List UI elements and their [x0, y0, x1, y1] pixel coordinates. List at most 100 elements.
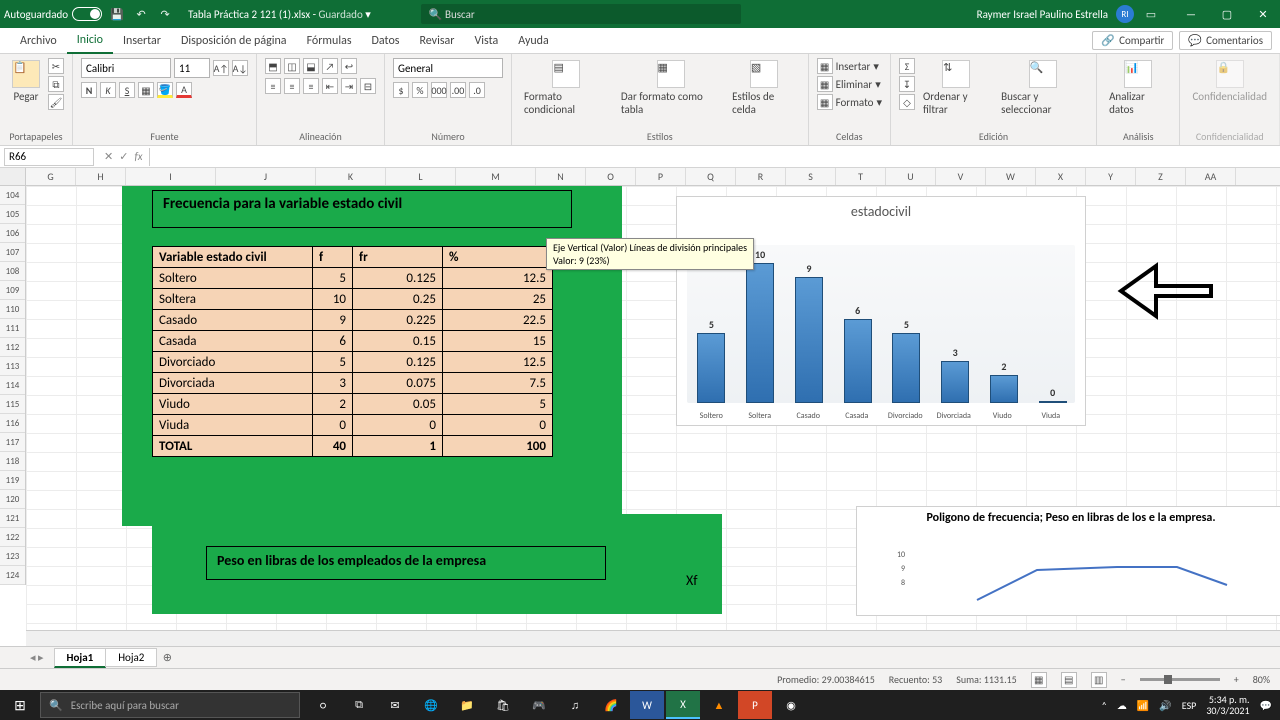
row-header[interactable]: 116 [0, 414, 25, 433]
taskbar-obs-icon[interactable]: ◉ [774, 691, 808, 719]
chart-estadocivil[interactable]: estadocivil 510965320 SolteroSolteraCasa… [676, 196, 1086, 426]
tray-lang[interactable]: ESP [1182, 699, 1197, 712]
sheet-tab-hoja2[interactable]: Hoja2 [105, 648, 157, 667]
redo-icon[interactable]: ↷ [156, 5, 174, 23]
col-header[interactable]: G [26, 168, 76, 185]
tray-wifi-icon[interactable]: 📶 [1137, 699, 1149, 712]
taskbar-store-icon[interactable]: 🛍 [486, 691, 520, 719]
size-select[interactable] [174, 58, 210, 78]
currency-icon[interactable]: $ [393, 82, 409, 98]
col-header[interactable]: X [1036, 168, 1086, 185]
tab-disposicion[interactable]: Disposición de página [171, 28, 297, 54]
taskbar-mail-icon[interactable]: ✉ [378, 691, 412, 719]
dar-formato-button[interactable]: ▦Dar formato como tabla [617, 58, 724, 118]
formato-cond-button[interactable]: ▤Formato condicional [520, 58, 613, 118]
chart-bar[interactable]: 5 [892, 333, 920, 403]
col-header[interactable]: P [636, 168, 686, 185]
bold-icon[interactable]: N [81, 82, 97, 98]
row-header[interactable]: 119 [0, 471, 25, 490]
row-header[interactable]: 117 [0, 433, 25, 452]
formato-icon[interactable]: ▦ [817, 94, 833, 110]
font-color-icon[interactable]: A [176, 82, 192, 98]
number-format-select[interactable] [393, 58, 503, 78]
chart-poligono[interactable]: Poligono de frecuencia; Peso en libras d… [856, 506, 1280, 616]
orient-icon[interactable]: ↗ [322, 58, 338, 74]
maximize-button[interactable]: ▢ [1214, 8, 1240, 21]
chart-bar[interactable]: 3 [941, 361, 969, 403]
chart-bar[interactable]: 6 [844, 319, 872, 403]
align-center-icon[interactable]: ≡ [284, 78, 300, 94]
taskbar-cortana-icon[interactable]: ○ [306, 691, 340, 719]
view-layout-icon[interactable]: ▤ [1061, 672, 1077, 688]
taskbar-chrome-icon[interactable]: 🌈 [594, 691, 628, 719]
insertar-icon[interactable]: ▦ [817, 58, 833, 74]
tray-notifications-icon[interactable]: 💬 [1260, 699, 1272, 712]
row-header[interactable]: 124 [0, 566, 25, 585]
col-header[interactable]: J [216, 168, 316, 185]
align-bot-icon[interactable]: ⬓ [303, 58, 319, 74]
col-header[interactable]: I [126, 168, 216, 185]
row-header[interactable]: 108 [0, 262, 25, 281]
row-header[interactable]: 109 [0, 281, 25, 300]
taskbar-taskview-icon[interactable]: ⧉ [342, 691, 376, 719]
col-header[interactable]: AA [1186, 168, 1236, 185]
taskbar-excel-icon[interactable]: X [666, 691, 700, 719]
ordenar-button[interactable]: ⇅Ordenar y filtrar [919, 58, 993, 118]
row-header[interactable]: 115 [0, 395, 25, 414]
tab-formulas[interactable]: Fórmulas [297, 28, 362, 54]
row-header[interactable]: 107 [0, 243, 25, 262]
tab-insertar[interactable]: Insertar [113, 28, 171, 54]
taskbar-edge-icon[interactable]: 🌐 [414, 691, 448, 719]
indent-dec-icon[interactable]: ⇤ [322, 78, 338, 94]
row-header[interactable]: 120 [0, 490, 25, 509]
underline-icon[interactable]: S [119, 82, 135, 98]
view-break-icon[interactable]: ▥ [1091, 672, 1107, 688]
tray-volume-icon[interactable]: 🔊 [1159, 699, 1171, 712]
cancel-fx-icon[interactable]: ✕ [104, 150, 113, 163]
col-header[interactable]: K [316, 168, 386, 185]
eliminar-icon[interactable]: ▦ [817, 76, 833, 92]
name-box[interactable]: R66 [4, 148, 94, 166]
row-header[interactable]: 118 [0, 452, 25, 471]
avatar[interactable]: RI [1116, 5, 1134, 23]
row-header[interactable]: 105 [0, 205, 25, 224]
tab-datos[interactable]: Datos [362, 28, 410, 54]
chart-bar[interactable]: 9 [795, 277, 823, 403]
save-icon[interactable]: 💾 [108, 5, 126, 23]
col-header[interactable]: Q [686, 168, 736, 185]
cut-icon[interactable]: ✂ [48, 58, 64, 74]
col-header[interactable]: S [786, 168, 836, 185]
ribbon-mode-icon[interactable]: ▭ [1142, 5, 1160, 23]
analizar-button[interactable]: 📊Analizar datos [1105, 58, 1171, 118]
merge-icon[interactable]: ⊟ [360, 78, 376, 94]
col-header[interactable]: U [886, 168, 936, 185]
tray-clock[interactable]: 5:34 p. m. 30/3/2021 [1206, 694, 1249, 716]
formula-input[interactable] [149, 148, 1280, 166]
autosave-toggle[interactable]: Autoguardado [4, 7, 102, 21]
enter-fx-icon[interactable]: ✓ [119, 150, 128, 163]
add-sheet-button[interactable]: ⊕ [156, 651, 178, 664]
row-header[interactable]: 111 [0, 319, 25, 338]
row-header[interactable]: 114 [0, 376, 25, 395]
wrap-icon[interactable]: ↩ [341, 58, 357, 74]
select-all-corner[interactable] [0, 168, 26, 185]
row-header[interactable]: 106 [0, 224, 25, 243]
col-header[interactable]: O [586, 168, 636, 185]
fill-icon[interactable]: ↧ [899, 76, 915, 92]
fill-color-icon[interactable]: 🪣 [157, 82, 173, 98]
row-header[interactable]: 123 [0, 547, 25, 566]
sheet-nav-icon[interactable]: ◂ ▸ [30, 651, 44, 664]
zoom-slider[interactable] [1140, 678, 1220, 681]
col-header[interactable]: M [456, 168, 536, 185]
row-header[interactable]: 113 [0, 357, 25, 376]
chart-bar[interactable]: 5 [697, 333, 725, 403]
inc-dec-icon[interactable]: .00 [450, 82, 466, 98]
col-header[interactable]: R [736, 168, 786, 185]
tab-revisar[interactable]: Revisar [409, 28, 464, 54]
tray-chevron-icon[interactable]: ˄ [1102, 699, 1107, 712]
taskbar-search[interactable]: 🔍 Escribe aquí para buscar [40, 692, 300, 718]
taskbar-explorer-icon[interactable]: 📁 [450, 691, 484, 719]
zoom-out-button[interactable]: − [1121, 673, 1126, 686]
sheet-tab-hoja1[interactable]: Hoja1 [54, 648, 107, 668]
taskbar-word-icon[interactable]: W [630, 691, 664, 719]
